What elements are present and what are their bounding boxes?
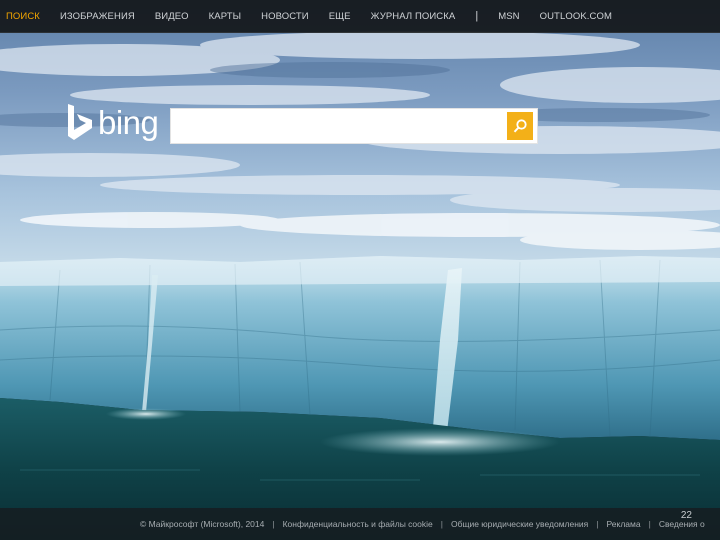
nav-item-news[interactable]: НОВОСТИ [261,11,309,22]
nav-item-search-history[interactable]: ЖУРНАЛ ПОИСКА [371,11,456,22]
footer-separator: | [440,519,443,529]
bing-b-icon [68,104,92,140]
nav-item-more[interactable]: ЕЩЕ [329,11,351,22]
search-box [170,108,538,144]
nav-item-msn[interactable]: MSN [498,11,519,22]
search-button[interactable] [507,112,533,140]
footer-separator: | [272,519,275,529]
footer-copyright: © Майкрософт (Microsoft), 2014 [140,519,265,529]
bing-logo[interactable]: bing [66,102,159,142]
footer-separator: | [596,519,599,529]
nav-separator: | [475,10,479,22]
bing-wordmark: bing [98,104,159,141]
footer-separator: | [648,519,651,529]
nav-item-images[interactable]: ИЗОБРАЖЕНИЯ [60,11,135,22]
nav-item-outlook[interactable]: OUTLOOK.COM [540,11,612,22]
search-input[interactable] [171,109,507,143]
footer-bar: © Майкрософт (Microsoft), 2014 | Конфиде… [0,508,720,540]
footer-link-privacy[interactable]: Конфиденциальность и файлы cookie [283,519,433,529]
top-navigation-bar: ПОИСК ИЗОБРАЖЕНИЯ ВИДЕО КАРТЫ НОВОСТИ ЕЩ… [0,0,720,33]
background-image [0,0,720,540]
search-icon [513,119,527,133]
nav-item-video[interactable]: ВИДЕО [155,11,189,22]
page-number: 22 [680,510,692,521]
nav-item-maps[interactable]: КАРТЫ [209,11,242,22]
nav-item-search[interactable]: ПОИСК [6,11,40,22]
footer-link-legal[interactable]: Общие юридические уведомления [451,519,588,529]
footer-link-advertise[interactable]: Реклама [607,519,641,529]
